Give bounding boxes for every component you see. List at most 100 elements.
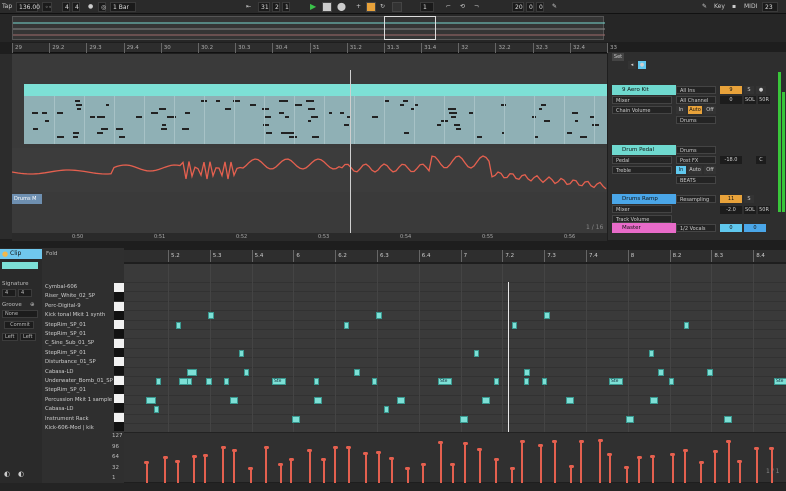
midi-note[interactable]: [264, 116, 272, 118]
velocity-bar[interactable]: [625, 467, 628, 483]
velocity-handle[interactable]: [332, 446, 338, 450]
track-volume-dropdown[interactable]: Track Volume: [612, 215, 672, 223]
midi-note[interactable]: [402, 100, 409, 102]
piano-key[interactable]: [114, 329, 124, 339]
velocity-bar[interactable]: [495, 459, 498, 483]
input-channel[interactable]: All Channel: [676, 96, 716, 104]
velocity-bar[interactable]: [193, 456, 196, 483]
midi-note[interactable]: [281, 132, 288, 134]
drum-pad-label[interactable]: C_Sine_Sub_01_SP: [45, 340, 94, 346]
volume-field[interactable]: -18.0: [720, 156, 742, 164]
velocity-handle[interactable]: [363, 452, 369, 456]
piano-roll-note[interactable]: [658, 368, 664, 376]
velocity-bar[interactable]: [478, 449, 481, 483]
piano-roll-note[interactable]: [176, 321, 181, 329]
midi-note[interactable]: [307, 120, 312, 122]
velocity-bar[interactable]: [406, 468, 409, 483]
piano-roll-note[interactable]: [384, 406, 389, 414]
velocity-handle[interactable]: [175, 460, 181, 464]
track-header-drums-ramp[interactable]: Drums Ramp: [612, 194, 676, 204]
master-pan[interactable]: 0: [744, 224, 766, 232]
master-output-routing[interactable]: 1/2 Vocals: [676, 224, 716, 232]
piano-roll-note[interactable]: [224, 378, 229, 385]
track-number[interactable]: 9: [720, 86, 742, 94]
velocity-bar[interactable]: [334, 447, 337, 483]
fold-icon[interactable]: ◂: [628, 61, 636, 69]
velocity-bar[interactable]: [290, 459, 293, 483]
envelope-icon[interactable]: ◐: [18, 470, 24, 478]
piano-roll-note[interactable]: [650, 396, 658, 404]
midi-note[interactable]: [72, 132, 79, 134]
midi-note[interactable]: [295, 104, 303, 106]
groove-dropdown[interactable]: None: [2, 310, 38, 318]
sig-numerator[interactable]: 4: [62, 2, 70, 12]
drum-pad-label[interactable]: Perc-Digital-9: [45, 303, 81, 309]
loop-length-bar[interactable]: 20: [512, 2, 524, 12]
velocity-handle[interactable]: [538, 443, 544, 447]
midi-note[interactable]: [306, 100, 312, 102]
midi-note[interactable]: [135, 116, 142, 118]
midi-note[interactable]: [96, 132, 103, 134]
piano-roll-note[interactable]: [154, 406, 159, 414]
piano-roll-note[interactable]: [542, 378, 547, 385]
midi-note[interactable]: [545, 120, 551, 122]
midi-note[interactable]: [328, 112, 332, 114]
velocity-handle[interactable]: [288, 458, 294, 462]
piano-roll-note[interactable]: [494, 378, 499, 385]
piano-key[interactable]: [114, 421, 124, 431]
fold-button[interactable]: Fold: [46, 251, 57, 257]
piano-roll-note[interactable]: [724, 415, 732, 423]
midi-note[interactable]: [216, 100, 220, 102]
track-number[interactable]: 11: [720, 195, 742, 203]
velocity-bar[interactable]: [347, 447, 350, 483]
velocity-bar[interactable]: [422, 463, 425, 483]
velocity-bar[interactable]: [755, 448, 758, 483]
midi-note[interactable]: [57, 112, 63, 114]
midi-note[interactable]: [161, 124, 166, 126]
midi-note[interactable]: [249, 104, 256, 106]
velocity-handle[interactable]: [278, 463, 284, 467]
send-b[interactable]: 50R: [758, 96, 770, 104]
pencil-icon[interactable]: ✎: [702, 2, 707, 12]
midi-note[interactable]: [312, 136, 319, 138]
piano-key[interactable]: [114, 412, 124, 422]
velocity-handle[interactable]: [220, 446, 226, 450]
velocity-handle[interactable]: [405, 467, 411, 471]
velocity-handle[interactable]: [769, 446, 775, 450]
loop-length-beat[interactable]: 0: [526, 2, 534, 12]
velocity-handle[interactable]: [307, 449, 313, 453]
velocity-bar[interactable]: [439, 441, 442, 483]
drum-pad-label[interactable]: Instrument Rack: [45, 416, 89, 422]
drums-clip-tab[interactable]: Drums M: [12, 194, 42, 204]
midi-note[interactable]: [436, 124, 441, 126]
mixer-dropdown[interactable]: Mixer: [612, 205, 672, 213]
velocity-handle[interactable]: [737, 460, 743, 464]
velocity-bar[interactable]: [511, 468, 514, 483]
midi-note[interactable]: [100, 128, 108, 130]
piano-key[interactable]: [114, 347, 124, 357]
piano-key[interactable]: [114, 384, 124, 394]
piano-key[interactable]: [114, 403, 124, 413]
midi-note[interactable]: [278, 100, 287, 102]
midi-note[interactable]: [73, 136, 78, 138]
midi-note[interactable]: [159, 108, 167, 110]
velocity-bar[interactable]: [608, 454, 611, 483]
velocity-handle[interactable]: [636, 455, 642, 459]
clip-header[interactable]: [24, 84, 607, 96]
key-map-button[interactable]: Key: [714, 2, 725, 12]
velocity-handle[interactable]: [552, 439, 558, 443]
piano-roll-note[interactable]: [649, 349, 654, 357]
piano-roll-note[interactable]: [684, 321, 689, 329]
send-b[interactable]: 50R: [758, 206, 770, 214]
velocity-handle[interactable]: [462, 441, 468, 445]
input-routing[interactable]: Resampling: [676, 195, 716, 203]
velocity-bar[interactable]: [580, 441, 583, 483]
velocity-bar[interactable]: [390, 457, 393, 483]
midi-note[interactable]: [476, 136, 483, 138]
velocity-bar[interactable]: [451, 463, 454, 483]
groove-pool-icon[interactable]: ⊕: [30, 302, 35, 308]
midi-note[interactable]: [579, 136, 588, 138]
velocity-bar[interactable]: [204, 454, 207, 483]
velocity-handle[interactable]: [438, 440, 444, 444]
midi-note[interactable]: [400, 104, 405, 106]
